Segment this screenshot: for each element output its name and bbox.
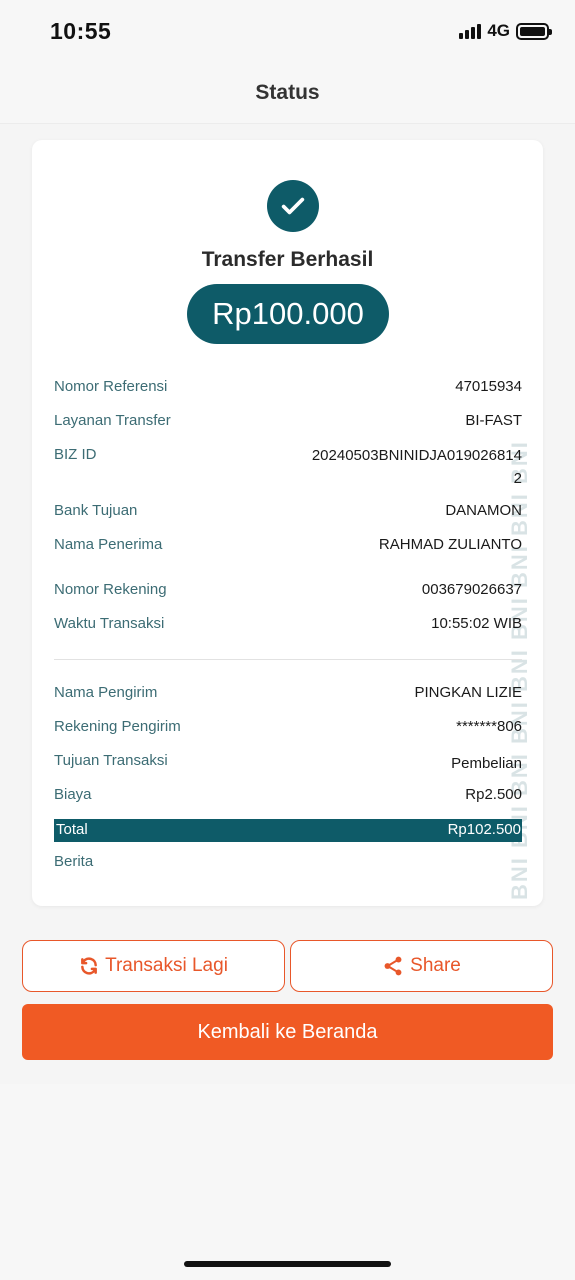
share-button[interactable]: Share: [290, 940, 553, 992]
status-time: 10:55: [50, 17, 112, 44]
battery-icon: [516, 22, 552, 40]
transfer-amount: Rp100.000: [187, 284, 389, 344]
detail-value: *******806: [456, 718, 522, 735]
repeat-transaction-label: Transaksi Lagi: [105, 955, 228, 976]
detail-value: 003679026637: [421, 581, 522, 598]
detail-value: DANAMON: [445, 502, 522, 519]
detail-value: RAHMAD ZULIANTO: [378, 536, 522, 553]
total-value: Rp102.500: [447, 821, 521, 838]
back-to-home-label: Kembali ke Beranda: [197, 1020, 378, 1043]
detail-value: Pembelian: [451, 755, 522, 772]
detail-label: Layanan Transfer: [54, 412, 171, 429]
system-icons: 4G: [459, 21, 552, 41]
share-icon: [384, 956, 402, 976]
detail-label: Rekening Pengirim: [54, 718, 181, 735]
total-row: Total Rp102.500: [54, 819, 522, 842]
transfer-status-title: Transfer Berhasil: [201, 248, 374, 271]
share-label: Share: [410, 955, 461, 976]
home-indicator[interactable]: [184, 1261, 391, 1267]
page-title: Status: [255, 80, 320, 104]
refresh-icon: [81, 957, 97, 975]
total-label: Total: [56, 821, 88, 838]
network-type: 4G: [487, 21, 510, 40]
receipt-card: BNI BNI BNI BNI BNI BNI BNI BNI BNI Tran…: [32, 140, 543, 906]
detail-value: 20240503BNINIDJA0190268142: [311, 447, 522, 487]
detail-value: Rp2.500: [465, 786, 522, 803]
page-header: Status: [0, 62, 575, 124]
detail-value: PINGKAN LIZIE: [414, 684, 522, 701]
detail-label: Bank Tujuan: [54, 502, 138, 519]
repeat-transaction-button[interactable]: Transaksi Lagi: [22, 940, 285, 992]
signal-icon: [459, 23, 482, 39]
bottom-area: [0, 1084, 575, 1280]
detail-value: BI-FAST: [465, 412, 522, 429]
detail-label: Biaya: [54, 786, 92, 803]
detail-label: Tujuan Transaksi: [54, 752, 168, 769]
section-divider: [54, 659, 522, 660]
detail-label: Nama Penerima: [54, 536, 163, 553]
detail-label: Berita: [54, 853, 94, 870]
status-bar: 10:55 4G: [0, 0, 575, 62]
detail-label: Nomor Rekening: [54, 581, 167, 598]
detail-label: Waktu Transaksi: [54, 615, 165, 632]
check-icon: [267, 180, 319, 232]
detail-label: Nomor Referensi: [54, 378, 168, 395]
detail-label: Nama Pengirim: [54, 684, 158, 701]
detail-value: 10:55:02 WIB: [431, 615, 522, 632]
detail-label: BIZ ID: [54, 446, 97, 463]
back-to-home-button[interactable]: Kembali ke Beranda: [22, 1004, 553, 1060]
detail-value: 47015934: [455, 378, 522, 395]
